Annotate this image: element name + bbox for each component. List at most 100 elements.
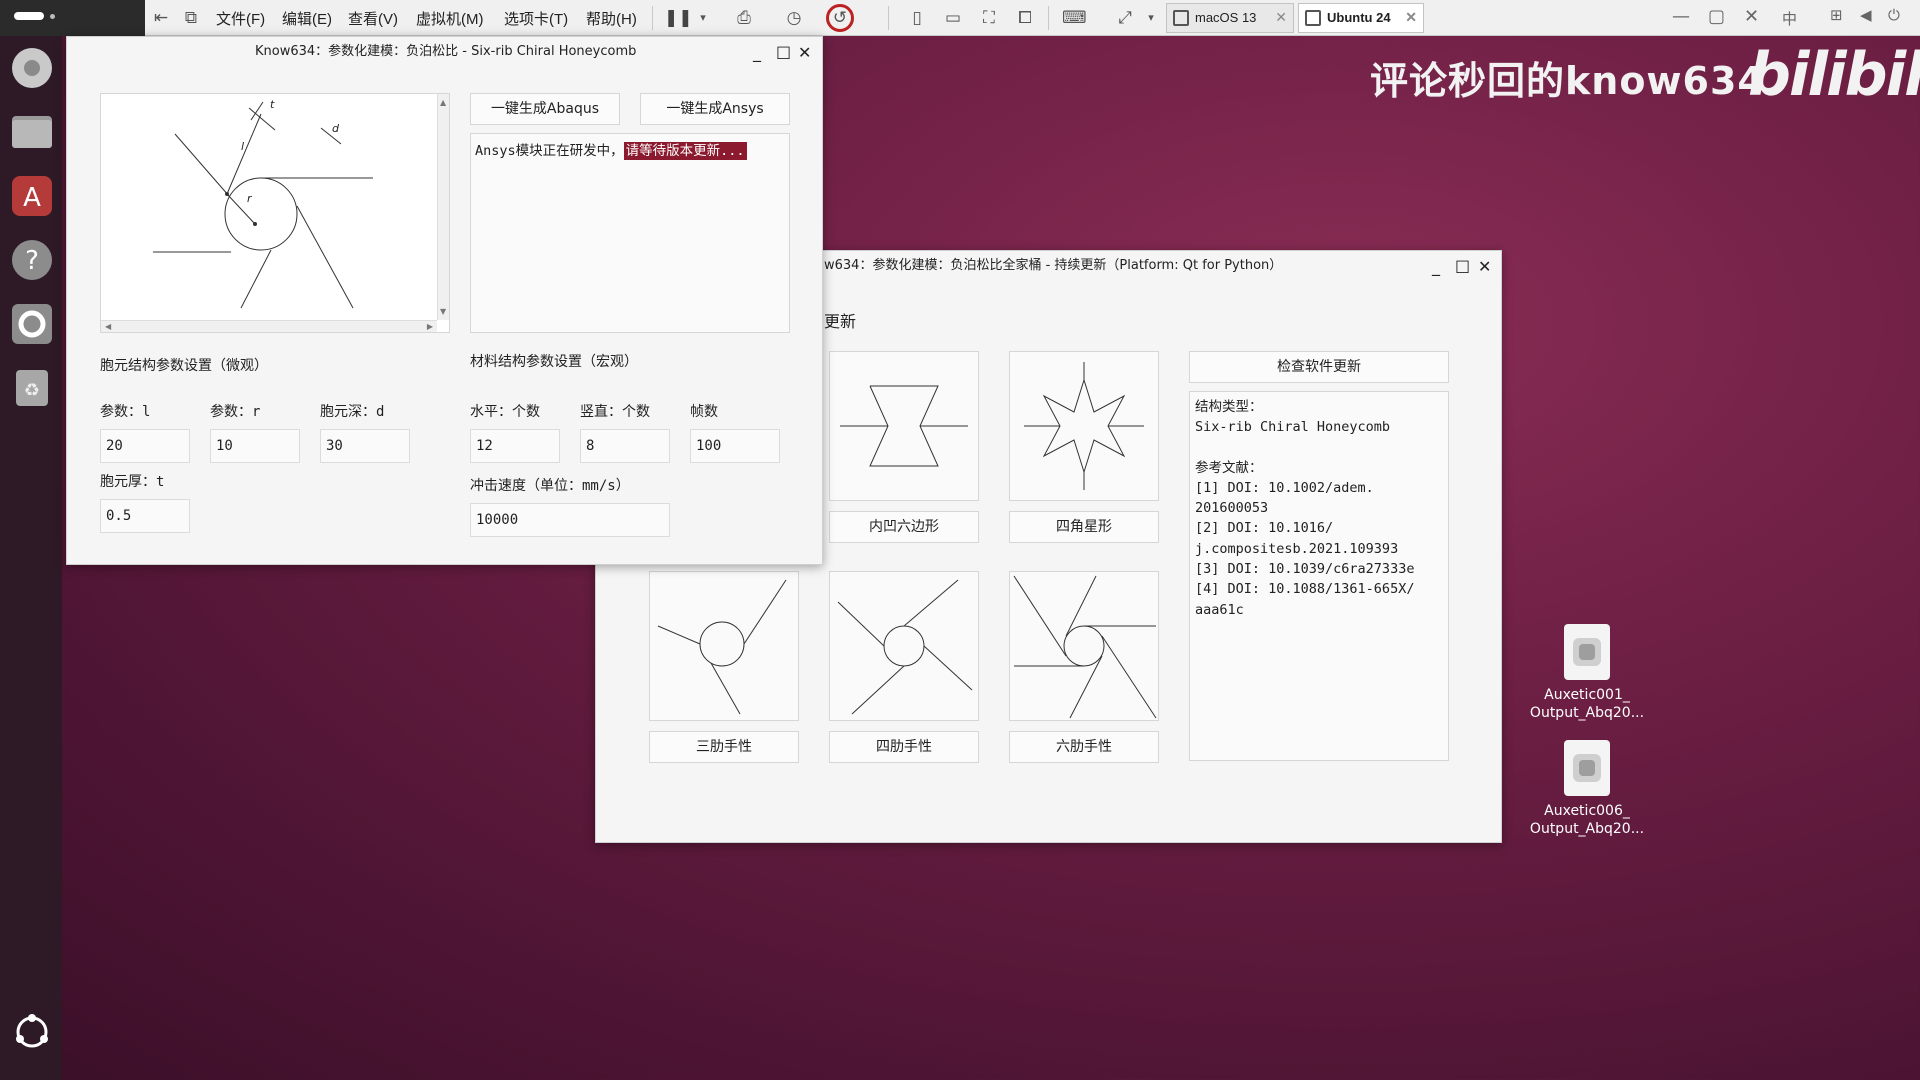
close-icon[interactable]: ✕	[1478, 257, 1491, 276]
sidebar-toggle-icon[interactable]: ▯	[906, 7, 928, 29]
ime-indicator[interactable]: 中	[1782, 8, 1797, 29]
param-r-input[interactable]: 10	[210, 429, 300, 463]
fullscreen-icon[interactable]: ⛶	[978, 7, 1000, 29]
generate-abaqus-button[interactable]: 一键生成Abaqus	[470, 93, 620, 125]
tab-label: Ubuntu 24	[1327, 10, 1391, 25]
maximize-icon[interactable]: □	[1455, 256, 1470, 275]
chevron-down-icon[interactable]: ▾	[692, 7, 714, 29]
menu-vm[interactable]: 虚拟机(M)	[416, 8, 484, 29]
show-apps-icon[interactable]	[10, 1010, 54, 1054]
pause-icon[interactable]: ❚❚	[664, 7, 693, 29]
menu-file[interactable]: 文件(F)	[216, 8, 265, 29]
maximize-icon[interactable]: ▢	[1708, 6, 1725, 27]
app-center-icon[interactable]: A	[10, 174, 54, 218]
network-icon[interactable]: ⊞	[1830, 6, 1843, 24]
files-icon[interactable]	[10, 110, 54, 154]
tab-ubuntu[interactable]: Ubuntu 24 ✕	[1298, 3, 1424, 33]
chevron-down-icon[interactable]: ▾	[1140, 7, 1162, 29]
thumb-four-chiral[interactable]	[829, 571, 979, 721]
tab-macos[interactable]: macOS 13 ✕	[1166, 3, 1294, 33]
info-line: [1] DOI: 10.1002/adem.	[1195, 479, 1374, 496]
minimize-icon[interactable]: _	[1432, 257, 1440, 276]
thumb-reentrant-hexagon[interactable]	[829, 351, 979, 501]
minimize-icon[interactable]: _	[753, 43, 761, 62]
tri-chiral-button[interactable]: 三肋手性	[649, 731, 799, 763]
horizontal-scrollbar[interactable]: ◀ ▶	[101, 320, 437, 332]
cell-diagram[interactable]: t l r d ▲ ▼ ◀ ▶	[100, 93, 450, 333]
thumbnail-icon[interactable]: ▭	[942, 7, 964, 29]
power-icon[interactable]: ⏻	[1888, 6, 1900, 24]
param-l-label: 参数：l	[100, 404, 151, 420]
param-d-label: 胞元深：d	[320, 404, 385, 420]
terminal-icon[interactable]: ⌨	[1062, 7, 1087, 29]
desktop-file[interactable]: Auxetic001_ Output_Abq20...	[1522, 624, 1652, 722]
param-l-input[interactable]: 20	[100, 429, 190, 463]
file-name-line2: Output_Abq20...	[1529, 705, 1645, 721]
menu-tabs[interactable]: 选项卡(T)	[504, 8, 568, 29]
param-t-input[interactable]: 0.5	[100, 499, 190, 533]
param-d-input[interactable]: 30	[320, 429, 410, 463]
structure-info-panel[interactable]: 结构类型： Six-rib Chiral Honeycomb 参考文献： [1] DO…	[1189, 391, 1449, 761]
menu-view[interactable]: 查看(V)	[348, 8, 398, 29]
snapshot-manager-icon[interactable]: ↺	[826, 4, 854, 32]
send-keys-icon[interactable]: ⎙	[733, 7, 755, 29]
stretch-icon[interactable]: ⤢	[1114, 7, 1136, 29]
chromium-icon[interactable]	[10, 46, 54, 90]
settings-icon[interactable]	[10, 302, 54, 346]
info-line: 201600053	[1195, 500, 1269, 517]
python-file-icon	[1564, 624, 1610, 680]
close-icon[interactable]: ✕	[1744, 6, 1759, 27]
activities-corner[interactable]	[0, 0, 145, 36]
file-name-line1: Auxetic006_	[1544, 803, 1630, 819]
log-panel[interactable]: Ansys模块正在研发中， 请等待版本更新...	[470, 133, 790, 333]
thumb-four-star[interactable]	[1009, 351, 1159, 501]
four-chiral-button[interactable]: 四肋手性	[829, 731, 979, 763]
volume-icon[interactable]: ◀	[1860, 6, 1872, 24]
scroll-right-icon[interactable]: ▶	[427, 322, 433, 331]
unity-icon[interactable]: ⧠	[1014, 7, 1036, 29]
close-icon[interactable]: ✕	[1275, 9, 1287, 26]
horizontal-count-input[interactable]: 12	[470, 429, 560, 463]
check-update-button[interactable]: 检查软件更新	[1189, 351, 1449, 383]
vertical-scrollbar[interactable]: ▲ ▼	[437, 94, 449, 320]
svg-text:♻: ♻	[24, 380, 40, 401]
menu-edit[interactable]: 编辑(E)	[282, 8, 332, 29]
info-line: j.compositesb.2021.109393	[1195, 540, 1399, 557]
toolbar-separator	[652, 6, 653, 30]
desktop-file[interactable]: Auxetic006_ Output_Abq20...	[1522, 740, 1652, 838]
snapshot-icon[interactable]: ◷	[783, 7, 805, 29]
vertical-count-input[interactable]: 8	[580, 429, 670, 463]
scroll-left-icon[interactable]: ◀	[105, 322, 111, 331]
generate-ansys-button[interactable]: 一键生成Ansys	[640, 93, 790, 125]
back-arrow-icon[interactable]: ⇤	[150, 7, 172, 29]
six-rib-window: Know634：参数化建模：负泊松比 - Six-rib Chiral Hone…	[66, 36, 823, 565]
log-text: Ansys模块正在研发中，	[475, 143, 624, 159]
toolbar-separator	[1048, 6, 1049, 30]
tab-label: macOS 13	[1195, 10, 1257, 25]
trash-icon[interactable]: ♻	[10, 366, 54, 410]
info-line: [2] DOI: 10.1016/	[1195, 520, 1334, 537]
info-line: [4] DOI: 10.1088/1361-665X/	[1195, 581, 1415, 598]
four-star-button[interactable]: 四角星形	[1009, 511, 1159, 543]
thumb-tri-chiral[interactable]	[649, 571, 799, 721]
reentrant-hexagon-button[interactable]: 内凹六边形	[829, 511, 979, 543]
close-icon[interactable]: ✕	[1405, 9, 1417, 26]
file-name-line2: Output_Abq20...	[1529, 821, 1645, 837]
maximize-icon[interactable]: □	[776, 42, 791, 61]
diagram-label-d: d	[332, 122, 339, 135]
help-icon[interactable]: ?	[10, 238, 54, 282]
impact-speed-input[interactable]: 10000	[470, 503, 670, 537]
scroll-up-icon[interactable]: ▲	[440, 98, 446, 107]
micro-section-title: 胞元结构参数设置（微观）	[100, 358, 268, 374]
window-title: Know634：参数化建模：负泊松比 - Six-rib Chiral Hone…	[67, 37, 822, 69]
close-icon[interactable]: ✕	[798, 43, 811, 62]
scroll-down-icon[interactable]: ▼	[440, 307, 446, 316]
frames-input[interactable]: 100	[690, 429, 780, 463]
vmware-toolbar: ⇤ ⧉ 文件(F) 编辑(E) 查看(V) 虚拟机(M) 选项卡(T) 帮助(H…	[0, 0, 1920, 36]
thumb-six-chiral[interactable]	[1009, 571, 1159, 721]
menu-help[interactable]: 帮助(H)	[586, 8, 637, 29]
library-icon[interactable]: ⧉	[180, 7, 202, 29]
svg-text:?: ?	[25, 246, 39, 276]
minimize-icon[interactable]: —	[1672, 6, 1690, 27]
six-chiral-button[interactable]: 六肋手性	[1009, 731, 1159, 763]
